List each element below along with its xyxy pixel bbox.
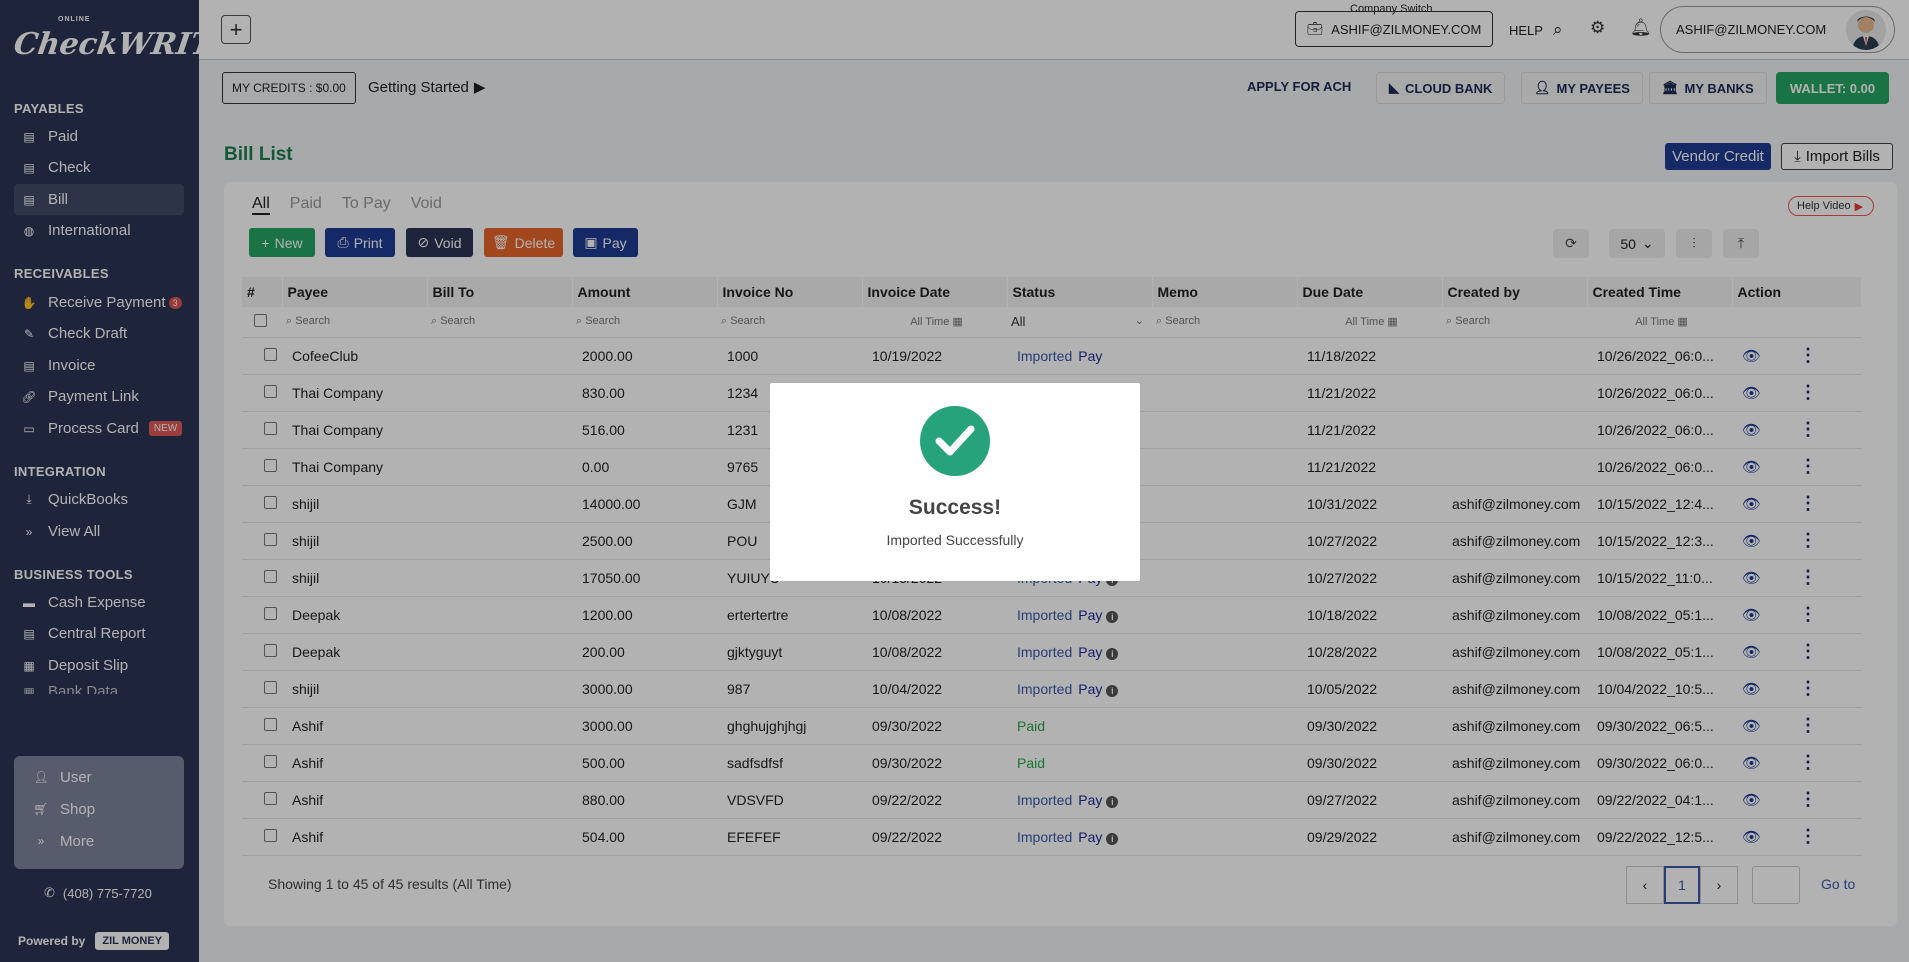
- success-modal: Success! Imported Successfully: [770, 383, 1140, 581]
- modal-message: Imported Successfully: [886, 532, 1024, 548]
- modal-title: Success!: [908, 496, 1002, 519]
- success-check-icon: [920, 406, 990, 476]
